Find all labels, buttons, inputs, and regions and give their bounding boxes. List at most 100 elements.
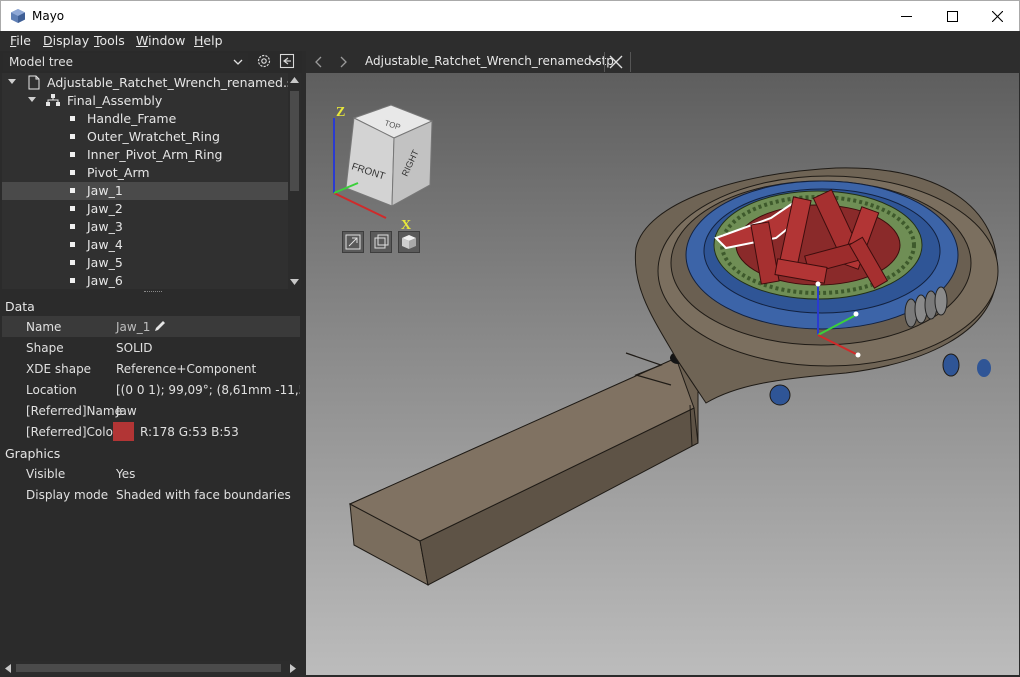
chevron-down-icon — [589, 58, 599, 64]
category-graphics: Graphics — [5, 446, 61, 461]
expand-arrow-icon[interactable] — [8, 79, 16, 84]
prop-key: Visible — [26, 467, 66, 481]
tree-assembly-item[interactable]: Final_Assembly — [2, 92, 288, 110]
close-icon — [991, 10, 1003, 22]
tree-part-item[interactable]: Handle_Frame — [2, 110, 288, 128]
tree-part-label: Outer_Wratchet_Ring — [87, 129, 220, 144]
display-mode-button[interactable] — [398, 231, 420, 253]
menu-tools[interactable]: Tools — [94, 33, 125, 48]
tree-part-item[interactable]: Pivot_Arm — [2, 164, 288, 182]
part-bullet-icon — [70, 188, 75, 193]
maximize-icon — [946, 10, 958, 22]
tab-divider — [630, 52, 631, 72]
part-bullet-icon — [70, 152, 75, 157]
color-swatch[interactable] — [113, 422, 134, 441]
scroll-down-icon[interactable] — [290, 279, 299, 285]
file-icon — [28, 75, 40, 90]
tree-part-label: Jaw_2 — [87, 201, 123, 216]
window-title: Mayo — [32, 9, 65, 23]
fit-all-button[interactable] — [342, 231, 364, 253]
scrollbar-thumb[interactable] — [16, 664, 281, 672]
panel-selector[interactable]: Model tree — [3, 53, 248, 71]
scroll-up-icon[interactable] — [290, 77, 299, 83]
tree-part-label: Jaw_4 — [87, 237, 123, 252]
prop-row-shape: Shape SOLID — [2, 337, 300, 358]
tab-divider — [604, 52, 605, 72]
scrollbar-thumb[interactable] — [290, 91, 299, 191]
prop-value: Yes — [116, 467, 136, 481]
category-data: Data — [5, 299, 35, 314]
prop-value: Shaded with face boundaries — [116, 488, 291, 502]
tree-part-label: Jaw_5 — [87, 255, 123, 270]
tree-part-item[interactable]: Jaw_3 — [2, 218, 288, 236]
prop-key: Display mode — [26, 488, 109, 502]
prop-row-refname: [Referred]Name Jaw — [2, 400, 300, 421]
menu-bar: File Display Tools Window Help — [0, 31, 1020, 51]
prop-value: R:178 G:53 B:53 — [140, 425, 239, 439]
chevron-right-icon[interactable] — [336, 54, 350, 70]
menu-window[interactable]: Window — [136, 33, 185, 48]
3d-viewport[interactable]: TOP FRONT RIGHT Z X — [306, 73, 1019, 675]
maximize-button[interactable] — [929, 1, 975, 31]
tree-part-item[interactable]: Jaw_4 — [2, 236, 288, 254]
scroll-right-icon[interactable] — [290, 664, 296, 673]
gear-icon[interactable] — [255, 52, 273, 70]
chevron-down-icon — [233, 59, 243, 65]
prop-key: Shape — [26, 341, 64, 355]
document-name: Adjustable_Ratchet_Wrench_renamed.stp — [365, 54, 614, 68]
prop-value: [(0 0 1); 99,09°; (8,61mm -11,52mm — [116, 383, 300, 397]
prop-row-location: Location [(0 0 1); 99,09°; (8,61mm -11,5… — [2, 379, 300, 400]
tree-part-item[interactable]: Jaw_5 — [2, 254, 288, 272]
tree-assembly-label: Final_Assembly — [67, 93, 163, 108]
prop-value: Jaw — [116, 404, 137, 418]
prop-row-visible: Visible Yes — [2, 463, 300, 484]
prop-value: Jaw_1 — [116, 320, 151, 334]
tree-part-item[interactable]: Jaw_1 — [2, 182, 288, 200]
part-bullet-icon — [70, 134, 75, 139]
axis-z-label: Z — [336, 105, 345, 120]
prop-key: Location — [26, 383, 77, 397]
part-bullet-icon — [70, 242, 75, 247]
properties-horizontal-scrollbar[interactable] — [2, 661, 300, 675]
menu-help[interactable]: Help — [194, 33, 223, 48]
close-panel-icon[interactable] — [278, 52, 296, 70]
close-window-button[interactable] — [974, 1, 1020, 31]
minimize-button[interactable] — [883, 1, 929, 31]
panel-selector-label: Model tree — [9, 55, 73, 69]
part-bullet-icon — [70, 170, 75, 175]
chevron-left-icon[interactable] — [312, 54, 326, 70]
tree-part-label: Handle_Frame — [87, 111, 177, 126]
properties-panel: Data Name Jaw_1 Shape SOLID XDE shape Re… — [2, 295, 300, 661]
prop-row-xde: XDE shape Reference+Component — [2, 358, 300, 379]
tree-root-label: Adjustable_Ratchet_Wrench_renamed.stp — [47, 75, 288, 90]
solid-cube-icon — [402, 235, 416, 249]
wrench-handle — [348, 352, 699, 586]
prop-key: [Referred]Color — [26, 425, 118, 439]
prop-row-display-mode: Display mode Shaded with face boundaries — [2, 484, 300, 505]
tree-part-label: Inner_Pivot_Arm_Ring — [87, 147, 223, 162]
splitter-grip — [144, 291, 162, 293]
tree-part-item[interactable]: Inner_Pivot_Arm_Ring — [2, 146, 288, 164]
minimize-icon — [900, 15, 912, 17]
assembly-icon — [46, 94, 60, 106]
model-tree: Adjustable_Ratchet_Wrench_renamed.stp Fi… — [2, 73, 288, 289]
expand-arrow-icon[interactable] — [28, 97, 36, 102]
tree-part-item[interactable]: Outer_Wratchet_Ring — [2, 128, 288, 146]
tree-part-label: Jaw_3 — [87, 219, 123, 234]
prop-value: Reference+Component — [116, 362, 257, 376]
scroll-left-icon[interactable] — [5, 664, 11, 673]
tree-vertical-scrollbar[interactable] — [288, 73, 301, 289]
edit-pencil-icon[interactable] — [153, 319, 167, 333]
tree-part-item[interactable]: Jaw_2 — [2, 200, 288, 218]
tree-part-item[interactable]: Jaw_6 — [2, 272, 288, 289]
prop-row-name[interactable]: Name Jaw_1 — [2, 316, 300, 337]
tree-root-item[interactable]: Adjustable_Ratchet_Wrench_renamed.stp — [2, 74, 288, 92]
menu-file[interactable]: File — [10, 33, 31, 48]
menu-display[interactable]: Display — [43, 33, 89, 48]
3d-scene[interactable]: TOP FRONT RIGHT Z X — [306, 73, 1019, 675]
tree-part-label: Jaw_1 — [87, 183, 123, 198]
document-selector[interactable]: Adjustable_Ratchet_Wrench_renamed.stp — [358, 52, 614, 72]
projection-button[interactable] — [370, 231, 392, 253]
app-logo-icon — [11, 9, 25, 23]
close-document-icon[interactable] — [607, 53, 625, 71]
